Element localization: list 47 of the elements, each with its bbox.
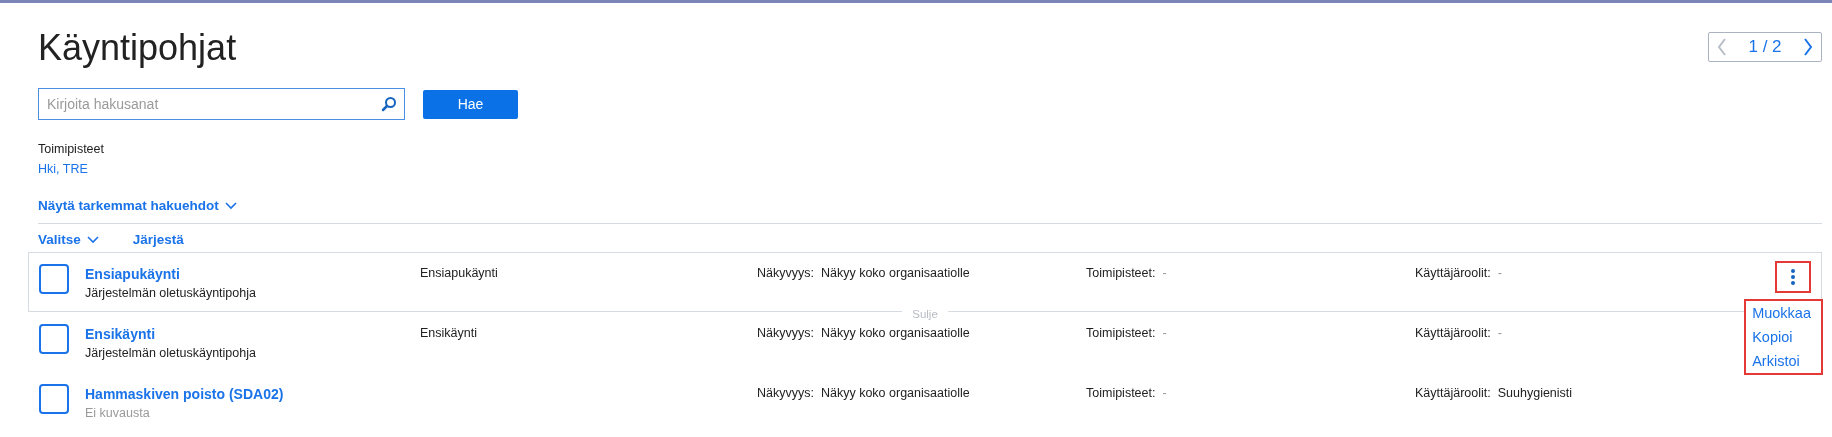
field-label: Näkyvyys:	[757, 386, 814, 400]
more-filters-toggle[interactable]: Näytä tarkemmat hakuehdot	[38, 198, 237, 213]
sort-button[interactable]: Järjestä	[132, 232, 184, 247]
search-button[interactable]: Hae	[423, 89, 518, 119]
more-options-icon	[1791, 269, 1795, 285]
search-icon	[381, 96, 397, 112]
page-title: Käyntipohjat	[38, 26, 237, 70]
checkbox[interactable]	[39, 324, 69, 354]
template-description: Järjestelmän oletuskäyntipohja	[85, 346, 257, 360]
field-value: -	[1497, 266, 1502, 280]
filter-value-link[interactable]: Hki, TRE	[38, 162, 88, 176]
template-type: Ensikäynti	[420, 326, 478, 340]
field-value: Suuhygienisti	[1497, 386, 1573, 400]
field-label: Näkyvyys:	[757, 266, 814, 280]
field-label: Toimipisteet:	[1086, 386, 1156, 400]
menu-item[interactable]: Muokkaa	[1752, 305, 1811, 321]
field-label: Toimipisteet:	[1086, 326, 1156, 340]
select-dropdown[interactable]: Valitse	[38, 232, 99, 247]
checkbox[interactable]	[39, 264, 69, 294]
field-value: Näkyy koko organisaatiolle	[820, 326, 970, 340]
chevron-down-icon	[86, 235, 99, 244]
field-value: Näkyy koko organisaatiolle	[820, 386, 970, 400]
menu-item[interactable]: Kopioi	[1752, 329, 1811, 345]
filter-label: Toimipisteet	[38, 142, 105, 156]
more-options-button[interactable]	[1775, 261, 1811, 293]
chevron-down-icon	[224, 201, 237, 210]
menu-item[interactable]: Arkistoi	[1752, 353, 1811, 369]
field-label: Näkyvyys:	[757, 326, 814, 340]
next-page-button[interactable]	[1801, 37, 1815, 57]
field-label: Toimipisteet:	[1086, 266, 1156, 280]
field-label: Käyttäjäroolit:	[1415, 386, 1491, 400]
page-indicator: 1 / 2	[1748, 37, 1782, 57]
search-field[interactable]: Kirjoita hakusanat	[38, 88, 405, 120]
template-name-link[interactable]: Hammaskiven poisto (SDA02)	[85, 386, 284, 402]
field-value: -	[1497, 326, 1502, 340]
field-value: -	[1162, 326, 1167, 340]
template-name-link[interactable]: Ensikäynti	[85, 326, 156, 342]
template-description: Järjestelmän oletuskäyntipohja	[85, 286, 257, 300]
field-value: -	[1162, 266, 1167, 280]
template-name-link[interactable]: Ensiapukäynti	[85, 266, 180, 282]
field-label: Käyttäjäroolit:	[1415, 326, 1491, 340]
field-label: Käyttäjäroolit:	[1415, 266, 1491, 280]
checkbox[interactable]	[39, 384, 69, 414]
template-type: Ensiapukäynti	[420, 266, 499, 280]
template-description: Ei kuvausta	[85, 406, 151, 420]
field-value: -	[1162, 386, 1167, 400]
field-value: Näkyy koko organisaatiolle	[820, 266, 970, 280]
